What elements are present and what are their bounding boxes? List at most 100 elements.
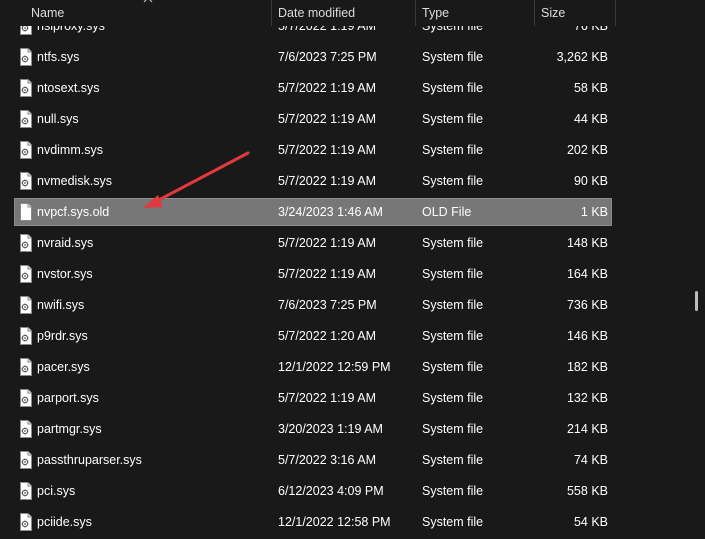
system-file-icon	[19, 420, 33, 438]
file-size: 148 KB	[566, 236, 608, 250]
file-name: pciide.sys	[37, 515, 92, 529]
file-type: System file	[422, 174, 484, 188]
file-date-modified: 5/7/2022 1:19 AM	[278, 174, 376, 188]
file-row[interactable]: pci.sys 6/12/2023 4:09 PM System file 558 K…	[15, 478, 611, 504]
file-row[interactable]: nvdimm.sys 5/7/2022 1:19 AM System file 202…	[15, 137, 611, 163]
file-date-modified: 5/7/2022 1:19 AM	[278, 112, 376, 126]
file-type: System file	[422, 298, 484, 312]
file-row[interactable]: ntosext.sys 5/7/2022 1:19 AM System file 58…	[15, 75, 611, 101]
system-file-icon	[19, 79, 33, 97]
file-size: 44 KB	[573, 112, 608, 126]
file-name: nwifi.sys	[37, 298, 85, 312]
file-size: 3,262 KB	[556, 50, 608, 64]
column-header-bar: Name Date modified Type Size	[0, 0, 705, 26]
system-file-icon	[19, 482, 33, 500]
file-type: OLD File	[422, 205, 472, 219]
file-name: passthruparser.sys	[37, 453, 142, 467]
system-file-icon	[19, 234, 33, 252]
file-size: 90 KB	[573, 174, 608, 188]
system-file-icon	[19, 513, 33, 531]
file-type: System file	[422, 236, 484, 250]
file-type: System file	[422, 143, 484, 157]
file-row[interactable]: nvraid.sys 5/7/2022 1:19 AM System file 148…	[15, 230, 611, 256]
file-name: pci.sys	[37, 484, 76, 498]
system-file-icon	[19, 327, 33, 345]
system-file-icon	[19, 358, 33, 376]
file-row[interactable]: pciide.sys 12/1/2022 12:58 PM System file 5…	[15, 509, 611, 535]
file-name: pacer.sys	[37, 360, 90, 374]
file-name: nvdimm.sys	[37, 143, 103, 157]
file-type: System file	[422, 484, 484, 498]
file-date-modified: 7/6/2023 7:25 PM	[278, 298, 377, 312]
file-size: 132 KB	[566, 391, 608, 405]
file-size: 1 KB	[580, 205, 608, 219]
file-type: System file	[422, 50, 484, 64]
file-type: System file	[422, 515, 484, 529]
file-name: nvpcf.sys.old	[37, 205, 110, 219]
system-file-icon	[19, 110, 33, 128]
file-date-modified: 12/1/2022 12:58 PM	[278, 515, 391, 529]
system-file-icon	[19, 265, 33, 283]
file-type: System file	[422, 422, 484, 436]
file-size: 182 KB	[566, 360, 608, 374]
file-name: null.sys	[37, 112, 79, 126]
file-name: ntfs.sys	[37, 50, 80, 64]
file-row[interactable]: pacer.sys 12/1/2022 12:59 PM System file 18…	[15, 354, 611, 380]
column-header-type[interactable]: Type	[416, 0, 534, 26]
file-row[interactable]: null.sys 5/7/2022 1:19 AM System file 44 KB	[15, 106, 611, 132]
file-size: 54 KB	[573, 515, 608, 529]
file-size: 214 KB	[566, 422, 608, 436]
file-list: nsiproxy.sys 5/7/2022 1:19 AM System file 7…	[0, 0, 705, 539]
file-row[interactable]: nvstor.sys 5/7/2022 1:19 AM System file 164…	[15, 261, 611, 287]
file-size: 202 KB	[566, 143, 608, 157]
file-size: 58 KB	[573, 81, 608, 95]
file-date-modified: 5/7/2022 1:19 AM	[278, 391, 376, 405]
column-header-size[interactable]: Size	[535, 0, 615, 26]
file-date-modified: 5/7/2022 3:16 AM	[278, 453, 376, 467]
file-date-modified: 5/7/2022 1:19 AM	[278, 267, 376, 281]
file-row[interactable]: p9rdr.sys 5/7/2022 1:20 AM System file 146 …	[15, 323, 611, 349]
file-date-modified: 5/7/2022 1:20 AM	[278, 329, 376, 343]
file-type: System file	[422, 267, 484, 281]
file-date-modified: 7/6/2023 7:25 PM	[278, 50, 377, 64]
file-size: 558 KB	[566, 484, 608, 498]
column-header-date-modified[interactable]: Date modified	[272, 0, 415, 26]
file-type: System file	[422, 112, 484, 126]
file-name: parport.sys	[37, 391, 99, 405]
file-row[interactable]: ntfs.sys 7/6/2023 7:25 PM System file 3,262…	[15, 44, 611, 70]
file-name: nvraid.sys	[37, 236, 94, 250]
file-row[interactable]: nvpcf.sys.old 3/24/2023 1:46 AM OLD File 1 …	[14, 198, 612, 226]
file-type: System file	[422, 360, 484, 374]
system-file-icon	[19, 48, 33, 66]
file-date-modified: 3/20/2023 1:19 AM	[278, 422, 383, 436]
file-name: nvstor.sys	[37, 267, 93, 281]
system-file-icon	[19, 389, 33, 407]
file-type: System file	[422, 329, 484, 343]
vertical-scrollbar-thumb[interactable]	[695, 291, 698, 311]
file-name: nvmedisk.sys	[37, 174, 113, 188]
file-name: p9rdr.sys	[37, 329, 88, 343]
system-file-icon	[19, 451, 33, 469]
system-file-icon	[19, 172, 33, 190]
file-explorer-window: nsiproxy.sys 5/7/2022 1:19 AM System file 7…	[0, 0, 705, 539]
file-type: System file	[422, 453, 484, 467]
file-type: System file	[422, 391, 484, 405]
chevron-up-icon	[143, 0, 153, 3]
file-date-modified: 5/7/2022 1:19 AM	[278, 143, 376, 157]
file-date-modified: 5/7/2022 1:19 AM	[278, 81, 376, 95]
file-row[interactable]: parport.sys 5/7/2022 1:19 AM System file 13…	[15, 385, 611, 411]
file-date-modified: 5/7/2022 1:19 AM	[278, 236, 376, 250]
file-row[interactable]: nwifi.sys 7/6/2023 7:25 PM System file 736 …	[15, 292, 611, 318]
file-size: 74 KB	[573, 453, 608, 467]
column-divider[interactable]	[615, 0, 616, 26]
file-size: 146 KB	[566, 329, 608, 343]
file-size: 736 KB	[566, 298, 608, 312]
file-row[interactable]: nvmedisk.sys 5/7/2022 1:19 AM System file 9…	[15, 168, 611, 194]
file-row[interactable]: partmgr.sys 3/20/2023 1:19 AM System file 2…	[15, 416, 611, 442]
file-icon	[19, 203, 33, 221]
file-row[interactable]: passthruparser.sys 5/7/2022 3:16 AM System…	[15, 447, 611, 473]
file-date-modified: 6/12/2023 4:09 PM	[278, 484, 384, 498]
system-file-icon	[19, 141, 33, 159]
file-size: 164 KB	[566, 267, 608, 281]
file-date-modified: 12/1/2022 12:59 PM	[278, 360, 391, 374]
